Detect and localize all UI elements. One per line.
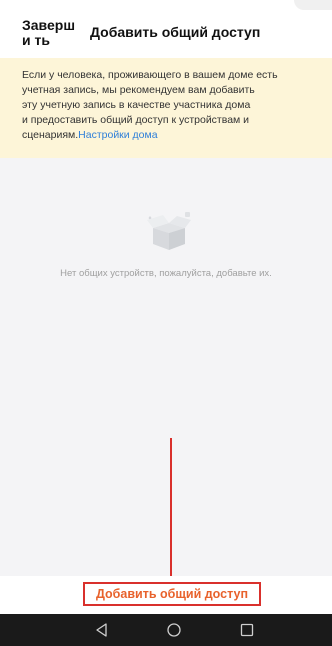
page-title: Добавить общий доступ [90,24,261,40]
empty-box-icon [147,212,191,250]
home-settings-link[interactable]: Настройки дома [78,129,157,141]
add-share-button[interactable]: Добавить общий доступ [83,582,261,606]
empty-state-message: Нет общих устройств, пожалуйста, добавьт… [60,268,272,279]
annotation-arrow-line [170,438,172,582]
back-icon[interactable] [92,620,112,640]
header: Заверши ть Добавить общий доступ [0,0,332,58]
banner-text-line: эту учетную запись в качестве участника … [22,99,251,111]
home-icon[interactable] [164,620,184,640]
banner-last-line: сценариям.Настройки дома [22,128,310,143]
action-bar: Добавить общий доступ [0,576,332,614]
banner-text-line: учетная запись, мы рекомендуем вам добав… [22,84,255,96]
banner-text-line: и предоставить общий доступ к устройства… [22,114,250,126]
corner-decoration [294,0,332,10]
system-navigation-bar [0,614,332,646]
info-banner: Если у человека, проживающего в вашем до… [0,58,332,158]
banner-text-tail: сценариям. [22,129,79,141]
done-button[interactable]: Заверши ть [22,18,82,48]
recent-apps-icon[interactable] [237,620,257,640]
banner-text-line: Если у человека, проживающего в вашем до… [22,69,278,81]
screen: Заверши ть Добавить общий доступ Если у … [0,0,332,646]
